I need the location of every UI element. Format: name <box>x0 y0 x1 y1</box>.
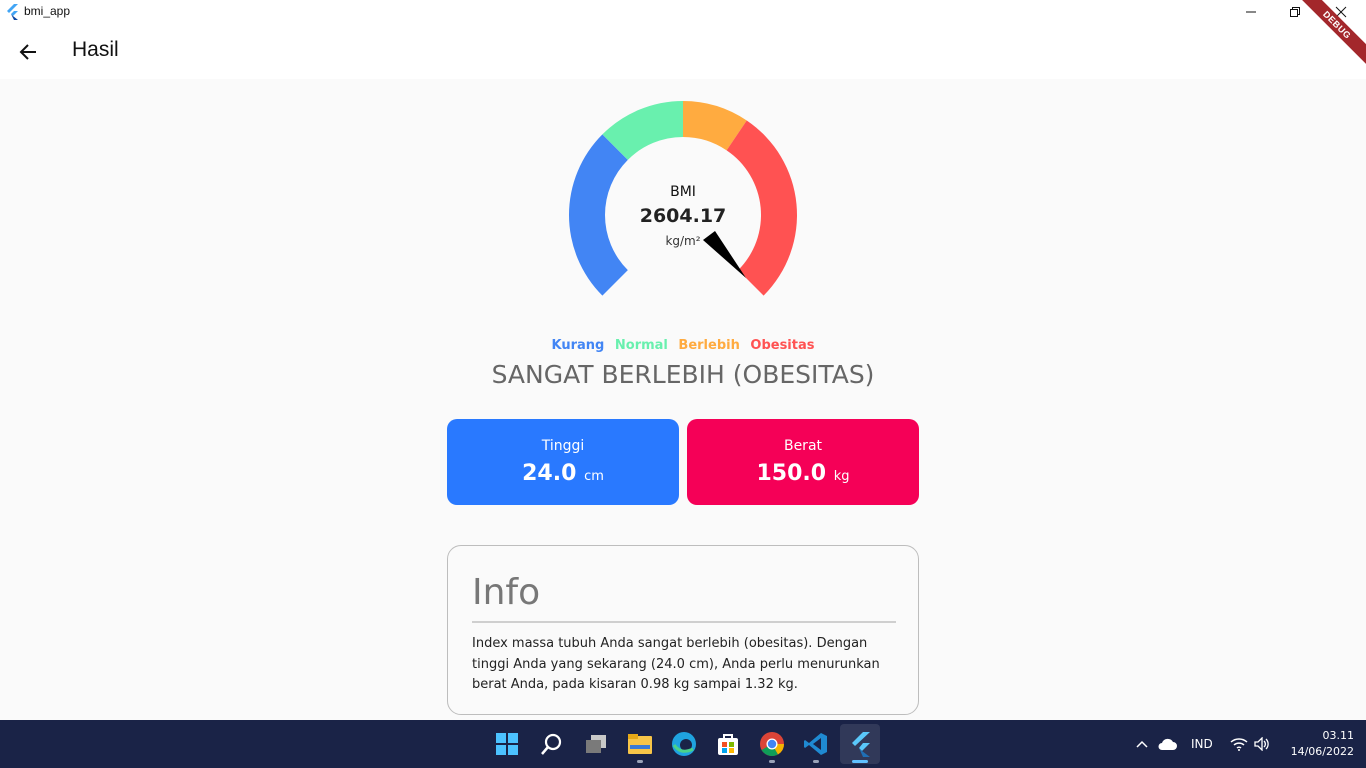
legend-kurang: Kurang <box>551 338 605 353</box>
info-divider <box>472 621 896 623</box>
window-title-bar: bmi_app <box>0 0 1366 24</box>
arrow-back-icon <box>19 44 36 60</box>
language-indicator[interactable]: IND <box>1191 720 1213 768</box>
volume-icon[interactable] <box>1254 720 1270 768</box>
system-clock[interactable]: 03.11 14/06/2022 <box>1280 728 1354 760</box>
bmi-value: 2604.17 <box>639 205 727 227</box>
search-icon[interactable] <box>536 728 568 760</box>
taskbar-running-indicator <box>769 760 775 763</box>
back-button[interactable] <box>12 36 44 68</box>
flutter-icon[interactable] <box>844 728 876 760</box>
vscode-icon[interactable] <box>800 728 832 760</box>
info-card: Info Index massa tubuh Anda sangat berle… <box>447 545 919 715</box>
berat-unit: kg <box>833 469 850 484</box>
close-icon <box>1335 6 1347 18</box>
store-icon[interactable] <box>712 728 744 760</box>
edge-icon[interactable] <box>668 728 700 760</box>
legend-berlebih: Berlebih <box>678 338 740 353</box>
tinggi-value-row: 24.0 cm <box>447 461 679 486</box>
berat-value-row: 150.0 kg <box>687 461 919 486</box>
windows-start-icon[interactable] <box>491 728 523 760</box>
restore-button[interactable] <box>1272 0 1318 24</box>
restore-icon <box>1290 7 1300 17</box>
flutter-app-icon <box>7 4 18 20</box>
info-body: Index massa tubuh Anda sangat berlebih (… <box>472 636 880 692</box>
tinggi-card: Tinggi 24.0 cm <box>447 419 679 505</box>
taskbar-running-indicator <box>637 760 643 763</box>
file-explorer-icon[interactable] <box>624 728 656 760</box>
tinggi-label: Tinggi <box>541 438 585 454</box>
task-view-icon[interactable] <box>580 728 612 760</box>
windows-taskbar: IND 03.11 14/06/2022 <box>0 720 1366 768</box>
berat-label: Berat <box>783 438 823 454</box>
taskbar-active-indicator <box>852 760 868 763</box>
info-title: Info <box>472 572 541 613</box>
bmi-gauge <box>569 101 797 296</box>
clock-time: 03.11 <box>1322 729 1355 742</box>
onedrive-icon[interactable] <box>1157 720 1177 768</box>
minimize-icon <box>1246 11 1256 13</box>
tinggi-unit: cm <box>584 469 604 484</box>
app-bar: Hasil <box>0 24 1366 79</box>
bmi-status: SANGAT BERLEBIH (OBESITAS) <box>491 360 875 389</box>
minimize-button[interactable] <box>1228 0 1274 24</box>
clock-date: 14/06/2022 <box>1290 745 1354 758</box>
page-title: Hasil <box>72 38 119 61</box>
close-button[interactable] <box>1318 0 1364 24</box>
chevron-up-icon <box>1136 740 1148 748</box>
legend-normal: Normal <box>614 338 668 353</box>
legend-obesitas: Obesitas <box>750 338 815 353</box>
wifi-icon[interactable] <box>1230 720 1248 768</box>
show-hidden-icons-button[interactable] <box>1136 720 1148 768</box>
gauge-bmi-label: BMI <box>670 184 696 200</box>
taskbar-running-indicator <box>813 760 819 763</box>
berat-value: 150.0 <box>756 461 827 486</box>
bmi-unit: kg/m² <box>665 234 701 248</box>
window-title: bmi_app <box>24 4 71 18</box>
berat-card: Berat 150.0 kg <box>687 419 919 505</box>
bmi-legend: Kurang Normal Berlebih Obesitas <box>0 338 1366 353</box>
chrome-icon[interactable] <box>756 728 788 760</box>
tinggi-value: 24.0 <box>522 461 577 486</box>
